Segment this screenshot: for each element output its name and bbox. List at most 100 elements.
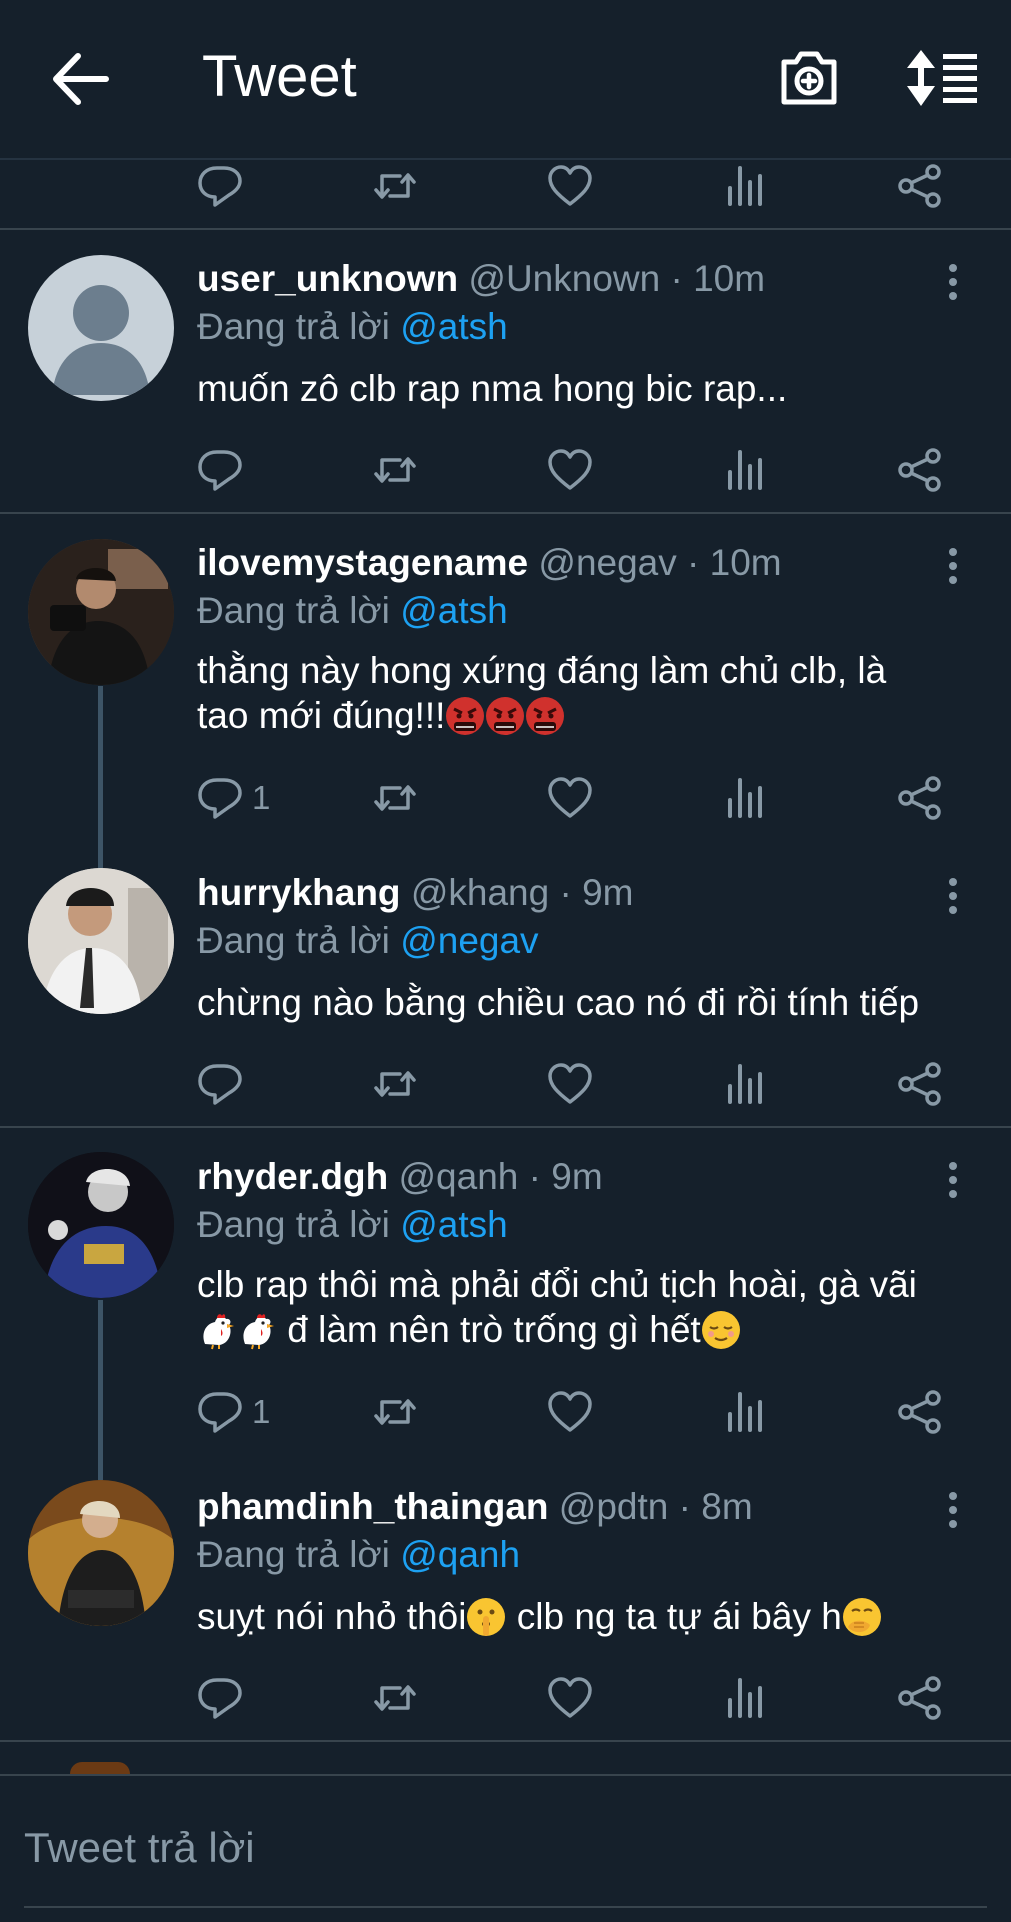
share-icon[interactable] — [897, 448, 943, 492]
tweet-text: suỵt nói nhỏ thôi clb ng ta tự ái bây h — [197, 1594, 987, 1639]
like-icon[interactable] — [547, 1676, 593, 1720]
mention-link[interactable]: @negav — [400, 920, 538, 961]
analytics-icon[interactable] — [722, 164, 768, 208]
like-icon[interactable] — [547, 448, 593, 492]
avatar[interactable] — [28, 255, 174, 401]
avatar[interactable] — [28, 1152, 174, 1298]
app-header: Tweet — [0, 0, 1011, 160]
reply-tweet[interactable]: phamdinh_thaingan @pdtn · 8m Đang trả lờ… — [0, 1458, 1011, 1742]
sort-replies-icon[interactable] — [905, 48, 980, 108]
share-icon[interactable] — [897, 1676, 943, 1720]
more-options-icon[interactable] — [938, 546, 968, 586]
replying-to: Đang trả lời @negav — [197, 918, 539, 964]
face-hand-over-mouth-emoji-icon — [842, 1597, 882, 1637]
handle-time: @pdtn · 8m — [558, 1486, 753, 1527]
display-name[interactable]: hurrykhang — [197, 872, 401, 913]
retweet-icon[interactable] — [372, 1062, 418, 1106]
handle-time: @qanh · 9m — [398, 1156, 603, 1197]
handle-time: @Unknown · 10m — [468, 258, 766, 299]
back-arrow-icon[interactable] — [50, 52, 110, 106]
tweet-header: ilovemystagename @negav · 10m — [197, 540, 782, 586]
reply-icon[interactable] — [197, 1676, 243, 1720]
reply-count: 1 — [252, 779, 271, 816]
tweet-text-line: thằng này hong xứng đáng làm chủ clb, là — [197, 650, 887, 691]
more-options-icon[interactable] — [938, 1490, 968, 1530]
replying-label: Đang trả lời — [197, 306, 390, 347]
divider — [24, 1906, 987, 1908]
tweet-header: rhyder.dgh @qanh · 9m — [197, 1154, 603, 1200]
share-icon[interactable] — [897, 776, 943, 820]
retweet-icon[interactable] — [372, 776, 418, 820]
page-title: Tweet — [202, 44, 357, 109]
analytics-icon[interactable] — [722, 1062, 768, 1106]
reply-icon[interactable] — [197, 164, 243, 208]
display-name[interactable]: user_unknown — [197, 258, 458, 299]
reply-tweet[interactable]: rhyder.dgh @qanh · 9m Đang trả lời @atsh… — [0, 1128, 1011, 1458]
tweet-text-part: suỵt nói nhỏ thôi — [197, 1596, 467, 1637]
more-options-icon[interactable] — [938, 262, 968, 302]
analytics-icon[interactable] — [722, 776, 768, 820]
mention-link[interactable]: @atsh — [400, 1204, 508, 1245]
display-name[interactable]: phamdinh_thaingan — [197, 1486, 549, 1527]
tweet-header: user_unknown @Unknown · 10m — [197, 256, 765, 302]
chicken-emoji-icon — [237, 1310, 277, 1350]
reply-icon[interactable] — [197, 1390, 243, 1434]
reply-input[interactable]: Tweet trả lời — [24, 1820, 255, 1876]
reply-tweet[interactable]: hurrykhang @khang · 9m Đang trả lời @neg… — [0, 844, 1011, 1128]
replying-to: Đang trả lời @atsh — [197, 588, 508, 634]
retweet-icon[interactable] — [372, 448, 418, 492]
avatar-photo — [28, 1152, 174, 1298]
tweet-actions — [0, 1668, 1011, 1728]
analytics-icon[interactable] — [722, 448, 768, 492]
avatar[interactable] — [28, 539, 174, 685]
replying-label: Đang trả lời — [197, 1534, 390, 1575]
more-options-icon[interactable] — [938, 876, 968, 916]
reply-icon[interactable] — [197, 776, 243, 820]
tweet-text: thằng này hong xứng đáng làm chủ clb, là… — [197, 648, 987, 738]
replying-to: Đang trả lời @atsh — [197, 304, 508, 350]
retweet-icon[interactable] — [372, 1676, 418, 1720]
reply-tweet[interactable]: user_unknown @Unknown · 10m Đang trả lời… — [0, 230, 1011, 514]
handle-time: @khang · 9m — [410, 872, 634, 913]
reply-tweet[interactable]: ilovemystagename @negav · 10m Đang trả l… — [0, 514, 1011, 844]
chicken-emoji-icon — [197, 1310, 237, 1350]
tweet-text-line: tao mới đúng!!! — [197, 695, 446, 736]
retweet-icon[interactable] — [372, 164, 418, 208]
shushing-face-emoji-icon — [466, 1597, 506, 1637]
display-name[interactable]: ilovemystagename — [197, 542, 528, 583]
share-icon[interactable] — [897, 1062, 943, 1106]
more-options-icon[interactable] — [938, 1160, 968, 1200]
share-icon[interactable] — [897, 1390, 943, 1434]
like-icon[interactable] — [547, 776, 593, 820]
relieved-face-emoji-icon — [701, 1310, 741, 1350]
replying-to: Đang trả lời @atsh — [197, 1202, 508, 1248]
avatar[interactable] — [28, 868, 174, 1014]
replying-to: Đang trả lời @qanh — [197, 1532, 520, 1578]
like-icon[interactable] — [547, 1390, 593, 1434]
reply-composer[interactable]: Tweet trả lời — [0, 1774, 1011, 1922]
tweet-actions: 1 — [0, 1382, 1011, 1442]
mention-link[interactable]: @atsh — [400, 306, 508, 347]
avatar[interactable] — [28, 1480, 174, 1626]
tweet-text-part: clb ng ta tự ái bây h — [506, 1596, 842, 1637]
handle-time: @negav · 10m — [538, 542, 782, 583]
share-icon[interactable] — [897, 164, 943, 208]
like-icon[interactable] — [547, 164, 593, 208]
mention-link[interactable]: @qanh — [400, 1534, 520, 1575]
reply-icon[interactable] — [197, 1062, 243, 1106]
retweet-icon[interactable] — [372, 1390, 418, 1434]
replying-label: Đang trả lời — [197, 920, 390, 961]
reply-icon[interactable] — [197, 448, 243, 492]
display-name[interactable]: rhyder.dgh — [197, 1156, 388, 1197]
like-icon[interactable] — [547, 1062, 593, 1106]
replying-label: Đang trả lời — [197, 590, 390, 631]
mention-link[interactable]: @atsh — [400, 590, 508, 631]
tweet-text-line: đ làm nên trò trống gì hết — [277, 1309, 701, 1350]
avatar-photo — [28, 868, 174, 1014]
tweet-text: clb rap thôi mà phải đổi chủ tịch hoài, … — [197, 1262, 987, 1352]
analytics-icon[interactable] — [722, 1676, 768, 1720]
camera-add-icon[interactable] — [778, 48, 840, 108]
tweet-actions — [0, 440, 1011, 500]
angry-cursing-emoji-icon — [445, 696, 485, 736]
analytics-icon[interactable] — [722, 1390, 768, 1434]
